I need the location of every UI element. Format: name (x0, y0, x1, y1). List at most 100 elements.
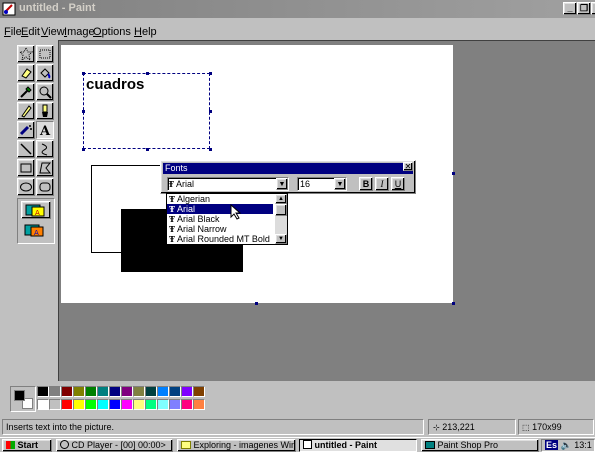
maximize-button[interactable]: ❐ (577, 2, 591, 15)
selection-handle[interactable] (209, 110, 212, 113)
airbrush-tool[interactable] (17, 121, 35, 139)
palette-swatch[interactable] (37, 386, 49, 397)
selection-handle[interactable] (82, 148, 85, 151)
task-exploring[interactable]: Exploring - imagenes Win95 (177, 439, 296, 452)
font-option-arial[interactable]: Ŧ Arial (167, 204, 273, 214)
free-select-tool[interactable] (17, 45, 35, 63)
eraser-tool[interactable] (17, 64, 35, 82)
palette-swatch[interactable] (169, 386, 181, 397)
underline-button[interactable]: U (391, 177, 405, 191)
ellipse-tool[interactable] (17, 178, 35, 196)
menu-view[interactable]: View (41, 26, 65, 38)
palette-swatch[interactable] (49, 399, 61, 410)
start-button[interactable]: Start (2, 439, 52, 452)
language-indicator[interactable]: Es (545, 440, 559, 450)
close-button[interactable]: ✕ (591, 2, 595, 15)
font-option-arial-rounded[interactable]: Ŧ Arial Rounded MT Bold (167, 234, 273, 244)
rectangle-tool[interactable] (17, 159, 35, 177)
task-paint[interactable]: untitled - Paint (299, 439, 417, 452)
font-option-algerian[interactable]: Ŧ Algerian (167, 194, 273, 204)
palette-swatch[interactable] (157, 386, 169, 397)
menu-help[interactable]: Help (134, 26, 157, 38)
menu-image[interactable]: Image (64, 26, 95, 38)
selection-handle[interactable] (209, 148, 212, 151)
palette-swatch[interactable] (145, 386, 157, 397)
canvas-text[interactable]: cuadros (86, 76, 144, 93)
curve-tool[interactable] (36, 140, 54, 158)
foreground-color-swatch[interactable] (14, 390, 25, 401)
scroll-down-arrow[interactable]: ▼ (275, 234, 287, 244)
menu-edit[interactable]: Edit (21, 26, 40, 38)
palette-swatch[interactable] (61, 399, 73, 410)
palette-swatch[interactable] (169, 399, 181, 410)
font-name-combo[interactable]: Ŧ Arial ▼ (167, 177, 289, 191)
palette-swatch[interactable] (97, 399, 109, 410)
task-paint-shop-pro[interactable]: Paint Shop Pro (421, 439, 539, 452)
menu-file[interactable]: File (4, 26, 22, 38)
bold-button[interactable]: B (359, 177, 373, 191)
palette-swatch[interactable] (61, 386, 73, 397)
palette-swatch[interactable] (133, 399, 145, 410)
palette-swatch[interactable] (181, 386, 193, 397)
palette-swatch[interactable] (85, 399, 97, 410)
rounded-rectangle-tool[interactable] (36, 178, 54, 196)
palette-swatch[interactable] (193, 386, 205, 397)
palette-swatch[interactable] (73, 399, 85, 410)
transparent-background-option[interactable]: A (21, 222, 51, 240)
palette-swatch[interactable] (133, 386, 145, 397)
palette-swatch[interactable] (145, 399, 157, 410)
selection-size-icon: ⬚ (522, 423, 530, 432)
pencil-tool[interactable] (17, 102, 35, 120)
font-dropdown-arrow[interactable]: ▼ (276, 178, 288, 190)
rect-select-tool[interactable] (36, 45, 54, 63)
line-icon (20, 143, 32, 155)
font-list-scrollbar[interactable]: ▲ ▼ (275, 194, 287, 244)
selection-handle[interactable] (146, 148, 149, 151)
minimize-button[interactable]: _ (563, 2, 577, 15)
font-size-combo[interactable]: 16 ▼ (297, 177, 347, 191)
italic-button[interactable]: I (375, 177, 389, 191)
selection-handle[interactable] (146, 72, 149, 75)
scroll-thumb[interactable] (275, 204, 287, 216)
palette-swatch[interactable] (85, 386, 97, 397)
font-dropdown-list[interactable]: Ŧ Algerian Ŧ Arial Ŧ Arial Black Ŧ Arial Nar… (166, 193, 288, 245)
magnifier-tool[interactable] (36, 83, 54, 101)
tray-speaker-icon[interactable]: 🔈 (561, 440, 572, 450)
font-option-arial-narrow[interactable]: Ŧ Arial Narrow (167, 224, 273, 234)
palette-swatch[interactable] (49, 386, 61, 397)
opaque-bg-icon: A (25, 204, 45, 217)
scroll-up-arrow[interactable]: ▲ (275, 194, 287, 204)
paint-task-icon (303, 440, 312, 449)
fonts-toolbar: Fonts ✕ Ŧ Arial ▼ 16 ▼ B I U (160, 160, 416, 194)
palette-swatch[interactable] (109, 386, 121, 397)
opaque-background-option[interactable]: A (21, 201, 51, 219)
palette-swatch[interactable] (73, 386, 85, 397)
canvas-resize-handle-bottom[interactable] (255, 302, 258, 305)
text-tool[interactable]: A (36, 121, 54, 139)
palette-swatch[interactable] (109, 399, 121, 410)
polygon-tool[interactable] (36, 159, 54, 177)
task-cd-player[interactable]: CD Player - [00] 00:00> (56, 439, 173, 452)
canvas-resize-handle-corner[interactable] (452, 302, 455, 305)
fonts-close-button[interactable]: ✕ (403, 162, 413, 171)
selection-handle[interactable] (82, 72, 85, 75)
rectangle-icon (20, 163, 32, 173)
canvas-resize-handle-right[interactable] (452, 172, 455, 175)
text-selection-box[interactable]: cuadros (83, 73, 210, 149)
palette-swatch[interactable] (157, 399, 169, 410)
size-dropdown-arrow[interactable]: ▼ (334, 178, 346, 190)
selection-handle[interactable] (209, 72, 212, 75)
palette-swatch[interactable] (97, 386, 109, 397)
color-picker-tool[interactable] (17, 83, 35, 101)
palette-swatch[interactable] (121, 386, 133, 397)
line-tool[interactable] (17, 140, 35, 158)
palette-swatch[interactable] (37, 399, 49, 410)
fill-tool[interactable] (36, 64, 54, 82)
selection-handle[interactable] (82, 110, 85, 113)
brush-tool[interactable] (36, 102, 54, 120)
palette-swatch[interactable] (181, 399, 193, 410)
menu-options[interactable]: Options (93, 26, 131, 38)
font-option-arial-black[interactable]: Ŧ Arial Black (167, 214, 273, 224)
palette-swatch[interactable] (121, 399, 133, 410)
palette-swatch[interactable] (193, 399, 205, 410)
